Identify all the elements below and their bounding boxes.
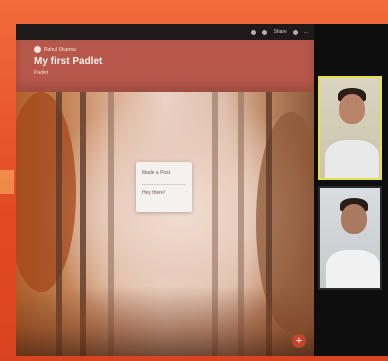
share-icon[interactable] <box>262 29 268 35</box>
forest-ground <box>16 286 314 356</box>
share-button[interactable]: Share <box>273 29 286 35</box>
participant-video-tile[interactable] <box>318 186 382 290</box>
browser-toolbar: Share ... <box>16 24 314 40</box>
bezel-highlight <box>0 170 14 194</box>
page-title: My first Padlet <box>34 56 103 67</box>
participant-body <box>326 250 380 288</box>
author-row: Rahul Sharma <box>34 46 76 53</box>
post-card[interactable]: Made a Post Hey there! <box>136 162 192 212</box>
padlet-header: Rahul Sharma My first Padlet Padlet <box>16 40 314 92</box>
author-name: Rahul Sharma <box>44 46 76 53</box>
shared-screen: Share ... Rahul Sharma My first Padlet P… <box>16 24 314 356</box>
participant-video-tile[interactable] <box>318 76 382 180</box>
post-body: Hey there! <box>142 190 166 196</box>
post-title: Made a Post <box>142 170 171 176</box>
video-sidebar <box>314 24 388 356</box>
add-post-button[interactable]: + <box>292 334 306 348</box>
participant-face <box>341 204 367 234</box>
heart-icon[interactable] <box>251 29 257 35</box>
avatar <box>34 46 41 53</box>
more-menu[interactable]: ... <box>304 29 308 35</box>
forest-wallpaper: Made a Post Hey there! + <box>16 92 314 356</box>
page-subtitle: Padlet <box>34 70 49 76</box>
participant-body <box>325 140 379 178</box>
foliage-left <box>16 92 76 292</box>
participant-face <box>339 94 365 124</box>
settings-icon[interactable] <box>292 29 298 35</box>
post-divider <box>142 184 186 185</box>
